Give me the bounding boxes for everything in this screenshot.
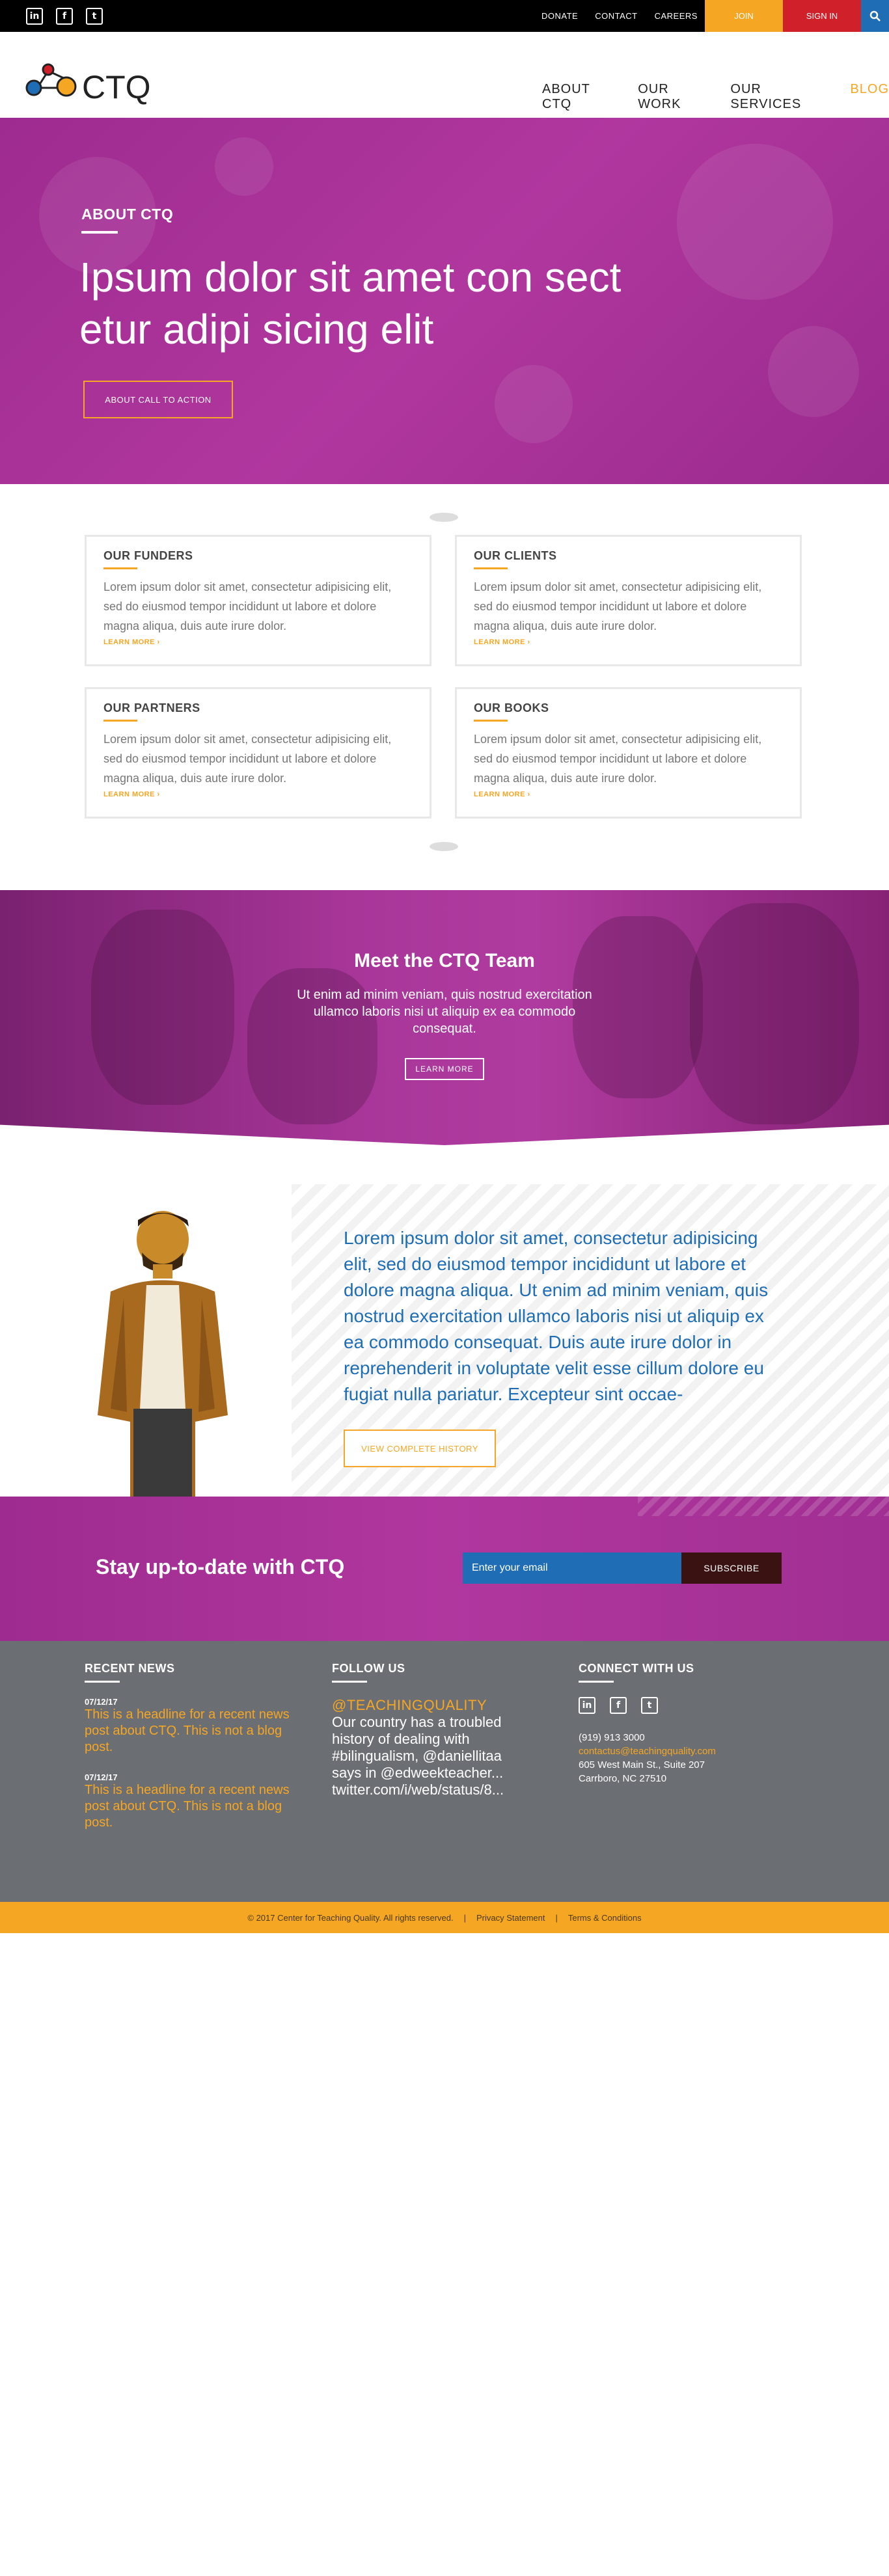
- terms-link[interactable]: Terms & Conditions: [568, 1913, 642, 1923]
- facebook-icon[interactable]: f: [56, 8, 73, 25]
- follow-us-heading: FOLLOW US: [332, 1662, 405, 1675]
- contact-link[interactable]: CONTACT: [595, 11, 637, 21]
- footer-social-links: in f t: [579, 1697, 716, 1714]
- section-notch: [430, 513, 458, 522]
- subscribe-section: Stay up-to-date with CTQ SUBSCRIBE: [0, 1497, 889, 1641]
- card-title: OUR BOOKS: [474, 701, 549, 714]
- recent-news-heading: RECENT NEWS: [85, 1662, 175, 1675]
- separator: |: [555, 1912, 558, 1923]
- contact-info: (919) 913 3000 contactus@teachingquality…: [579, 1731, 716, 1785]
- careers-link[interactable]: CAREERS: [655, 11, 698, 21]
- news-date: 07/12/17: [85, 1697, 118, 1707]
- card-divider: [103, 720, 137, 722]
- ctq-logo[interactable]: CTQ: [25, 59, 181, 106]
- hero-banner: ABOUT CTQ Ipsum dolor sit amet con sect …: [0, 118, 889, 484]
- news-date: 07/12/17: [85, 1772, 118, 1782]
- history-text: Lorem ipsum dolor sit amet, consectetur …: [344, 1228, 769, 1404]
- search-icon: [869, 10, 881, 21]
- twitter-icon[interactable]: t: [86, 8, 103, 25]
- nav-our-work[interactable]: OUR WORK: [638, 82, 715, 112]
- join-button[interactable]: JOIN: [705, 0, 783, 32]
- card-text: Lorem ipsum dolor sit amet, consectetur …: [474, 580, 762, 632]
- hero-divider: [81, 231, 118, 234]
- phone-number: (919) 913 3000: [579, 1732, 645, 1743]
- card-text: Lorem ipsum dolor sit amet, consectetur …: [474, 733, 762, 785]
- card-divider: [474, 720, 508, 722]
- donate-link[interactable]: DONATE: [541, 11, 578, 21]
- card-funders: OUR FUNDERS Lorem ipsum dolor sit amet, …: [85, 535, 431, 666]
- card-divider: [103, 567, 137, 569]
- address-line-1: 605 West Main St., Suite 207: [579, 1759, 705, 1770]
- nav-our-services[interactable]: OUR SERVICES: [730, 82, 834, 112]
- card-text: Lorem ipsum dolor sit amet, consectetur …: [103, 580, 392, 632]
- news-headline-link[interactable]: This is a headline for a recent news pos…: [85, 1707, 293, 1756]
- twitter-icon[interactable]: t: [641, 1697, 658, 1714]
- site-footer: RECENT NEWS 07/12/17 This is a headline …: [0, 1641, 889, 1902]
- card-text: Lorem ipsum dolor sit amet, consectetur …: [103, 733, 392, 785]
- social-links: in f t: [26, 8, 103, 25]
- search-button[interactable]: [861, 0, 889, 32]
- connect-heading: CONNECT WITH US: [579, 1662, 694, 1675]
- team-title: Meet the CTQ Team: [354, 950, 535, 971]
- card-title: OUR CLIENTS: [474, 549, 557, 562]
- card-books: OUR BOOKS Lorem ipsum dolor sit amet, co…: [455, 687, 802, 819]
- top-bar: in f t DONATE CONTACT CAREERS JOIN SIGN …: [0, 0, 889, 32]
- person-photo: [65, 1200, 260, 1497]
- card-divider: [474, 567, 508, 569]
- connect-column: CONNECT WITH US in f t (919) 913 3000 co…: [579, 1662, 716, 1785]
- linkedin-icon[interactable]: in: [579, 1697, 595, 1714]
- tweet-text: Our country has a troubled history of de…: [332, 1714, 504, 1798]
- team-description: Ut enim ad minim veniam, quis nostrud ex…: [297, 988, 592, 1036]
- subscribe-button[interactable]: SUBSCRIBE: [681, 1552, 782, 1584]
- privacy-link[interactable]: Privacy Statement: [476, 1913, 545, 1923]
- hero-eyebrow: ABOUT CTQ: [81, 206, 174, 223]
- main-nav: ABOUT CTQ OUR WORK OUR SERVICES BLOG: [542, 82, 889, 112]
- section-notch: [430, 842, 458, 851]
- nav-blog[interactable]: BLOG: [850, 82, 889, 112]
- nav-about-ctq[interactable]: ABOUT CTQ: [542, 82, 622, 112]
- card-partners: OUR PARTNERS Lorem ipsum dolor sit amet,…: [85, 687, 431, 819]
- card-learn-more-link[interactable]: LEARN MORE ›: [103, 638, 160, 646]
- separator: |: [463, 1912, 466, 1923]
- team-learn-more-button[interactable]: LEARN MORE: [405, 1058, 484, 1080]
- hero-cta-button[interactable]: ABOUT CALL TO ACTION: [83, 381, 233, 418]
- email-input[interactable]: [463, 1552, 681, 1584]
- card-learn-more-link[interactable]: LEARN MORE ›: [474, 791, 530, 798]
- sign-in-button[interactable]: SIGN IN: [783, 0, 861, 32]
- view-history-button[interactable]: VIEW COMPLETE HISTORY: [344, 1430, 496, 1467]
- card-clients: OUR CLIENTS Lorem ipsum dolor sit amet, …: [455, 535, 802, 666]
- facebook-icon[interactable]: f: [610, 1697, 627, 1714]
- copyright-text: © 2017 Center for Teaching Quality. All …: [247, 1912, 454, 1923]
- follow-us-column: FOLLOW US @TEACHINGQUALITY Our country h…: [332, 1662, 534, 1798]
- history-section: Lorem ipsum dolor sit amet, consectetur …: [0, 1145, 889, 1497]
- hero-title: Ipsum dolor sit amet con sect etur adipi…: [79, 254, 622, 353]
- site-header: CTQ ABOUT CTQ OUR WORK OUR SERVICES BLOG: [0, 32, 889, 118]
- copyright-bar: © 2017 Center for Teaching Quality. All …: [0, 1902, 889, 1933]
- info-cards-section: OUR FUNDERS Lorem ipsum dolor sit amet, …: [0, 484, 889, 890]
- twitter-handle-link[interactable]: @TEACHINGQUALITY: [332, 1697, 534, 1714]
- recent-news-column: RECENT NEWS 07/12/17 This is a headline …: [85, 1662, 293, 1848]
- linkedin-icon[interactable]: in: [26, 8, 43, 25]
- team-section: Meet the CTQ Team Ut enim ad minim venia…: [0, 890, 889, 1145]
- email-link[interactable]: contactus@teachingquality.com: [579, 1744, 716, 1758]
- card-learn-more-link[interactable]: LEARN MORE ›: [103, 791, 160, 798]
- subscribe-title: Stay up-to-date with CTQ: [96, 1555, 345, 1579]
- address-line-2: Carrboro, NC 27510: [579, 1773, 667, 1784]
- card-title: OUR PARTNERS: [103, 701, 200, 714]
- utility-nav: DONATE CONTACT CAREERS: [541, 11, 698, 21]
- logo-text: CTQ: [82, 69, 151, 105]
- news-headline-link[interactable]: This is a headline for a recent news pos…: [85, 1782, 293, 1831]
- card-learn-more-link[interactable]: LEARN MORE ›: [474, 638, 530, 646]
- card-title: OUR FUNDERS: [103, 549, 193, 562]
